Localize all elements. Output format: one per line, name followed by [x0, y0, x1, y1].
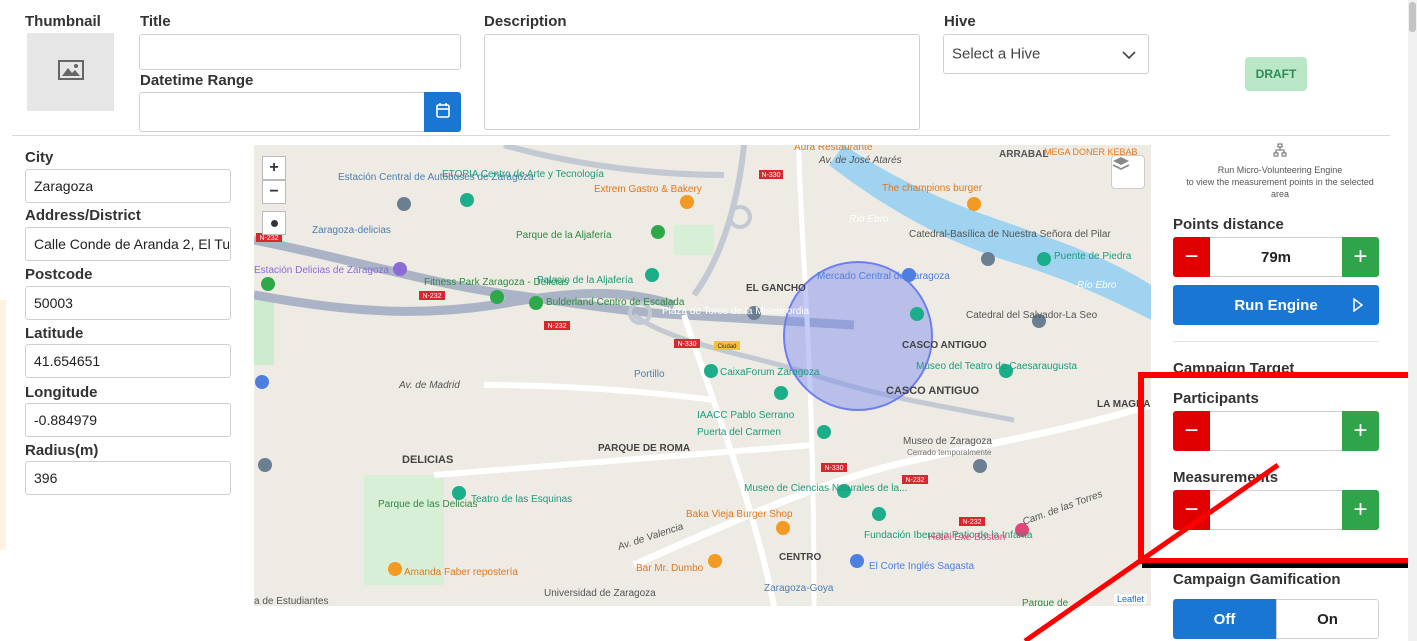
scrollbar-track[interactable] — [1408, 0, 1417, 641]
annotation-slash — [1023, 462, 1280, 641]
scrollbar-thumb[interactable] — [1409, 2, 1416, 32]
